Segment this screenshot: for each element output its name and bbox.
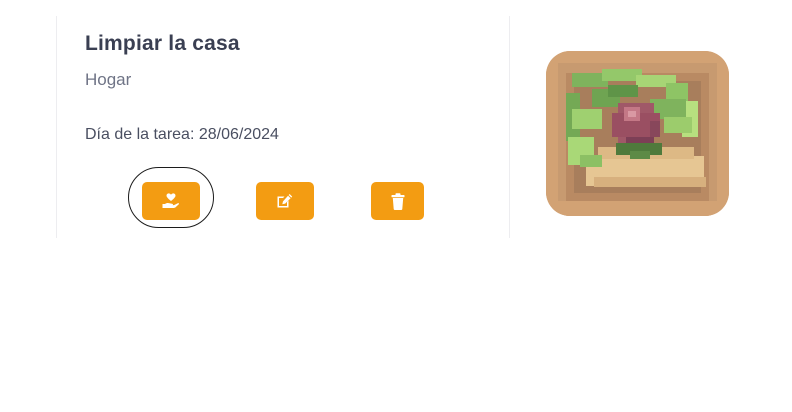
take-task-button[interactable]: [142, 182, 200, 220]
edit-icon: [276, 193, 294, 209]
task-category: Hogar: [85, 70, 132, 89]
task-card: Limpiar la casa Hogar Día de la tarea: 2…: [56, 16, 510, 238]
task-title: Limpiar la casa: [85, 32, 240, 55]
delete-task-button[interactable]: [371, 182, 424, 220]
task-date: Día de la tarea: 28/06/2024: [85, 126, 279, 143]
edit-task-button[interactable]: [256, 182, 314, 220]
trash-icon: [391, 192, 405, 210]
task-image: [546, 51, 729, 216]
hand-holding-heart-icon: [162, 193, 180, 209]
